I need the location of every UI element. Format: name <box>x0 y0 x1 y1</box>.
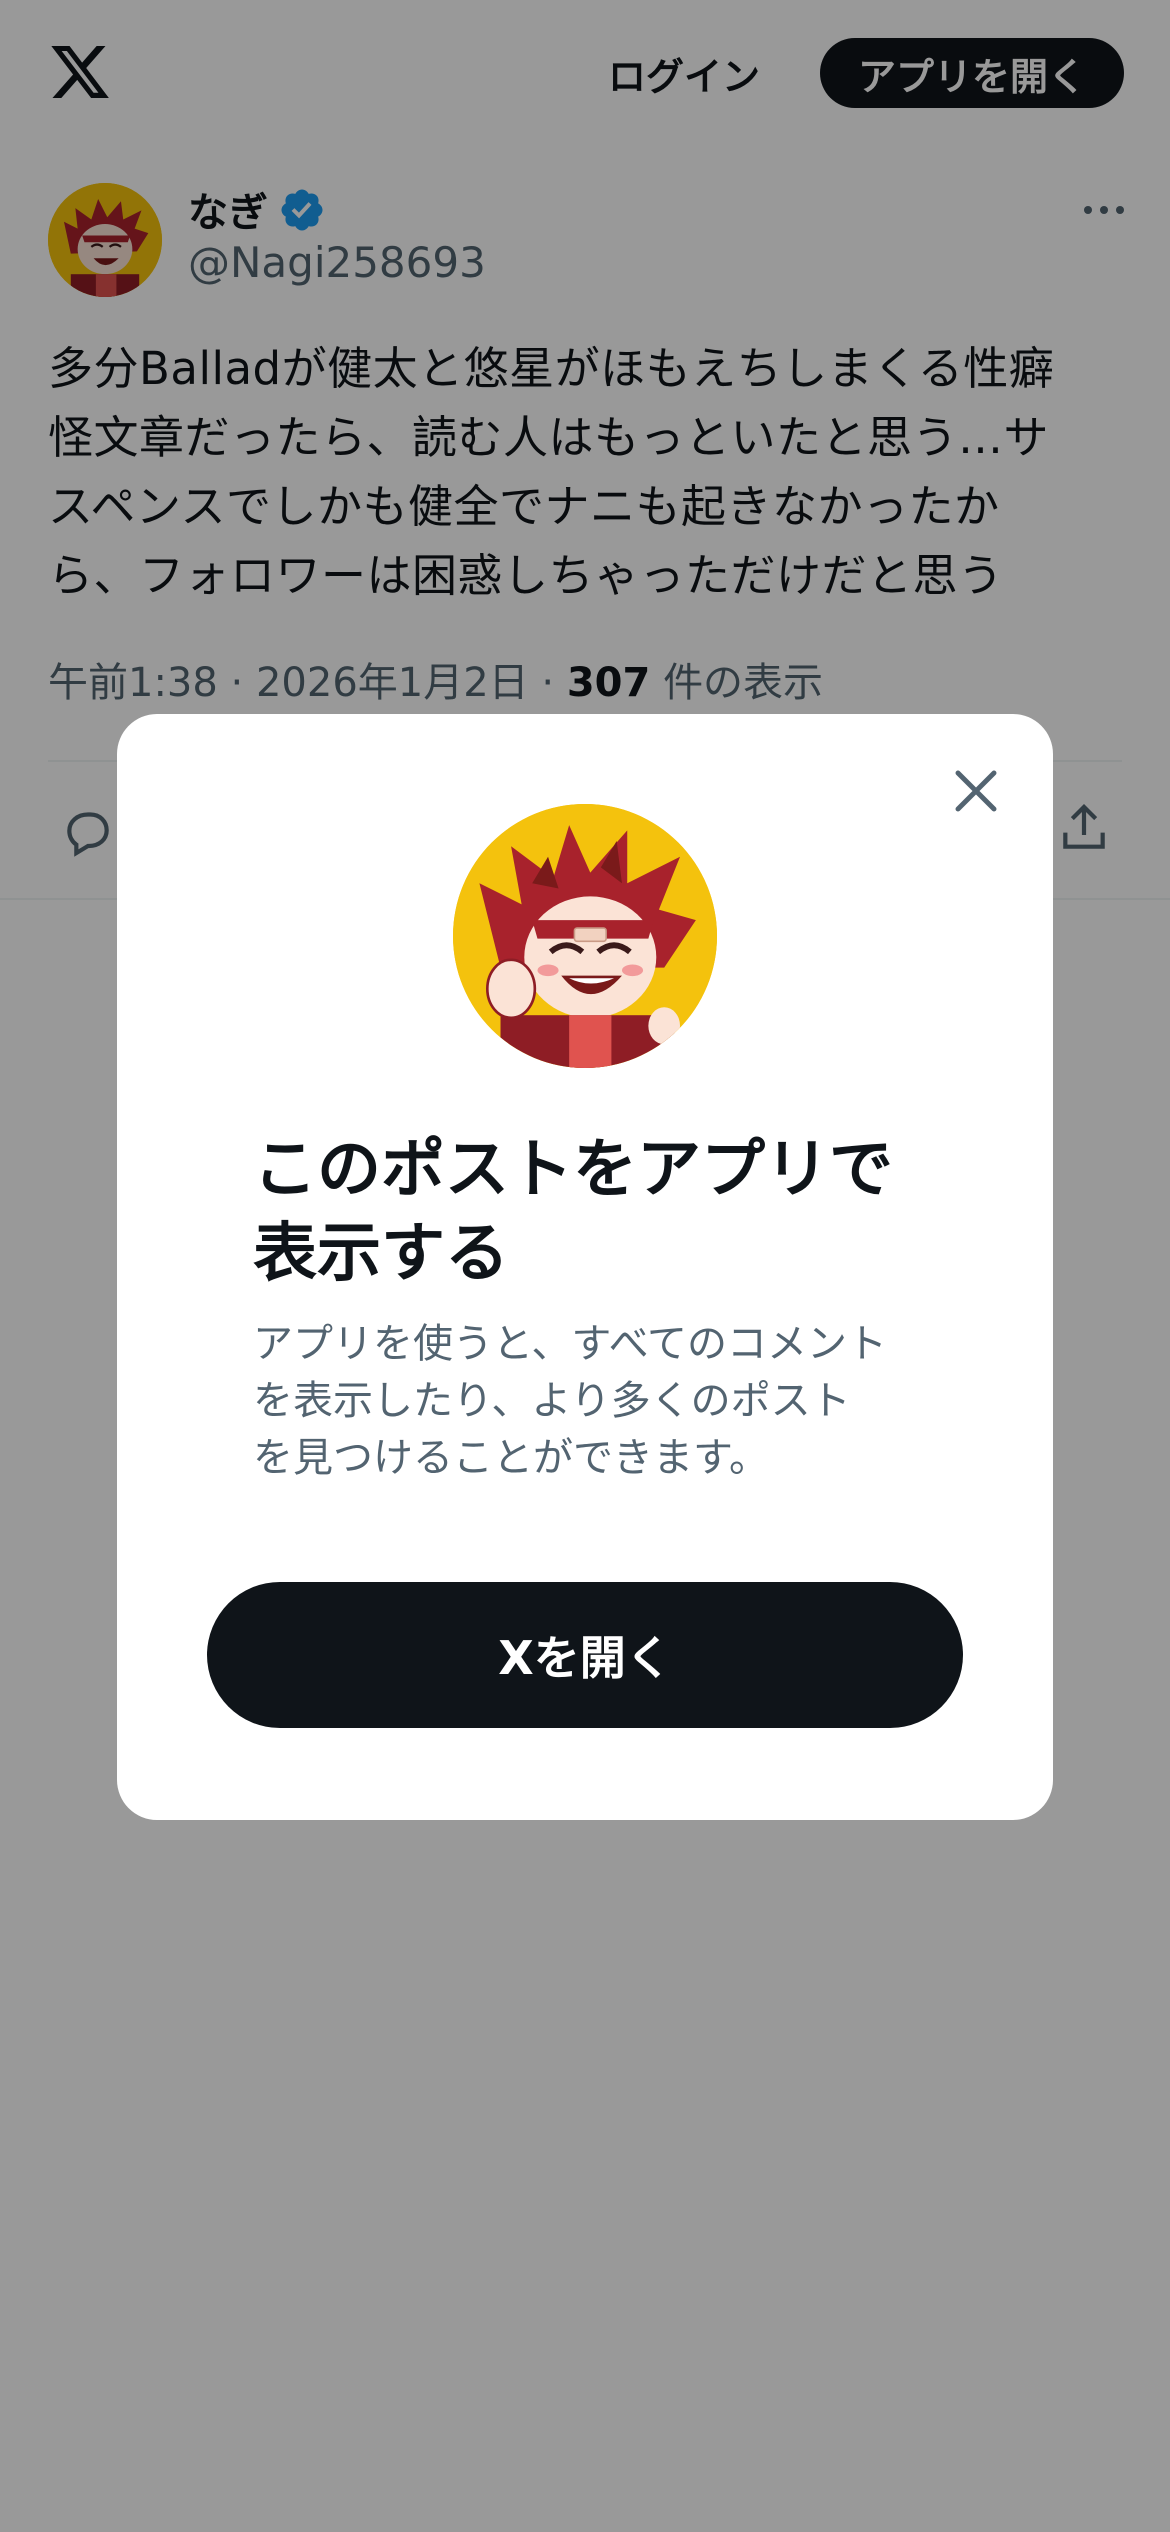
avatar-illustration <box>453 804 717 1068</box>
modal-description-line: を表示したり、より多くのポスト <box>253 1378 851 1424</box>
author-avatar-large <box>453 804 717 1068</box>
open-in-app-modal: このポストをアプリで 表示する アプリを使うと、すべてのコメント を表示したり、… <box>117 714 1053 1820</box>
modal-title-line: 表示する <box>253 1217 509 1291</box>
modal-description: アプリを使うと、すべてのコメント を表示したり、より多くのポスト を見つけること… <box>253 1316 933 1487</box>
modal-title-line: このポストをアプリで <box>253 1133 893 1207</box>
modal-description-line: アプリを使うと、すべてのコメント <box>253 1321 887 1367</box>
modal-description-line: を見つけることができます。 <box>253 1435 769 1481</box>
close-icon[interactable] <box>949 764 1003 818</box>
open-x-button[interactable]: Xを開く <box>207 1582 963 1728</box>
modal-title: このポストをアプリで 表示する <box>253 1128 933 1296</box>
